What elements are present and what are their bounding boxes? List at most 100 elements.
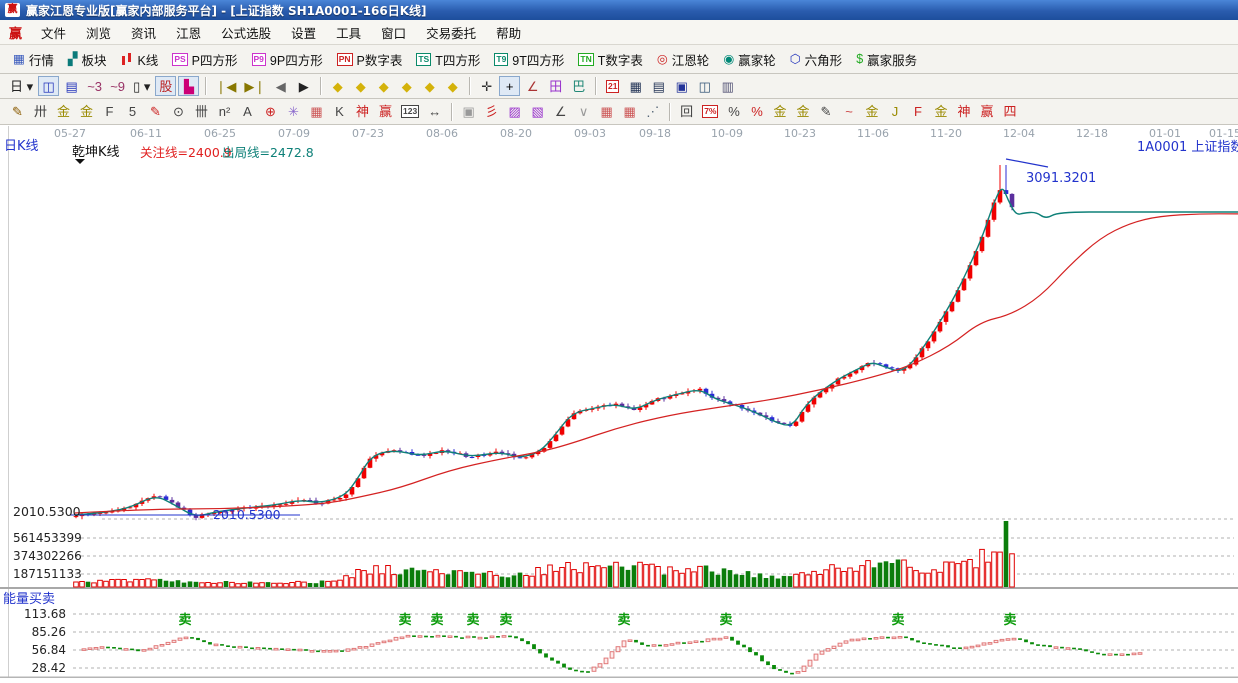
wave-3-button[interactable]: ~3	[84, 76, 105, 96]
sector-blocks-button[interactable]: ▞ 板块	[61, 48, 114, 71]
span-measure-button[interactable]: ↔	[424, 102, 445, 122]
menu-item-2[interactable]: 资讯	[121, 20, 166, 45]
next-page-button[interactable]: ▶	[293, 76, 314, 96]
color-volume-button[interactable]: ▙	[178, 76, 200, 96]
gold-lines-2-button[interactable]: 金	[861, 102, 882, 122]
brush-lines-button[interactable]: ✎	[815, 102, 836, 122]
shen-grid-button[interactable]: 神	[352, 102, 373, 122]
star-rays-button[interactable]: ✳	[283, 102, 304, 122]
main-chart-svg[interactable]: 05-27 06-11 06-25 07-09 07-23 08-06 08-20 09-03…	[0, 125, 1238, 683]
percent-button[interactable]: %	[723, 102, 744, 122]
diamond-center-button[interactable]: ◆	[442, 76, 463, 96]
gold-circle-button[interactable]: 金	[769, 102, 790, 122]
k-notch-button[interactable]: K	[329, 102, 350, 122]
percent-lines-button[interactable]: %	[746, 102, 767, 122]
gold-angle-button[interactable]: 金	[930, 102, 951, 122]
angle-tool-button[interactable]: ∠	[522, 76, 543, 96]
f-angle-button[interactable]: F	[907, 102, 928, 122]
shen-angle-button[interactable]: 神	[953, 102, 974, 122]
pattern-tool-button[interactable]: 巴	[568, 76, 589, 96]
v-wave-button[interactable]: ∨	[573, 102, 594, 122]
gann-box-button[interactable]: 回	[676, 102, 697, 122]
tn-badge-icon: TN	[578, 52, 594, 66]
wave-9-button[interactable]: ~9	[107, 76, 128, 96]
notes-button[interactable]: ▤	[648, 76, 669, 96]
target-cross-button[interactable]: ⊕	[260, 102, 281, 122]
ying-angle-button[interactable]: 赢	[976, 102, 997, 122]
menu-item-9[interactable]: 帮助	[486, 20, 531, 45]
svg-text:卖: 卖	[891, 612, 904, 628]
brush-tool-button[interactable]: ✎	[7, 102, 28, 122]
fan-box-2-button[interactable]: ▧	[527, 102, 548, 122]
j-angle-button[interactable]: J	[884, 102, 905, 122]
diamond-compress-button[interactable]: ◆	[373, 76, 394, 96]
gann-wheel-button[interactable]: ◎ 江恩轮	[650, 48, 716, 71]
save-disk-button[interactable]: ▣	[671, 76, 692, 96]
n-squared-button[interactable]: n²	[214, 102, 235, 122]
diamond-shift-right-button[interactable]: ◆	[350, 76, 371, 96]
hash-ruler-button[interactable]: 卌	[191, 102, 212, 122]
diamond-fit-button[interactable]: ◆	[419, 76, 440, 96]
p-square-button[interactable]: PS P四方形	[165, 48, 244, 71]
hexagon-button[interactable]: ⬡ 六角形	[783, 48, 849, 71]
nine-t-square-button[interactable]: T9 9T四方形	[487, 48, 571, 71]
candle-style-dropdown[interactable]: ▯ ▾	[130, 76, 153, 96]
spiral-5-button[interactable]: 5	[122, 102, 143, 122]
grid-dots-button[interactable]: ▦	[596, 102, 617, 122]
calendar-button[interactable]: 21	[602, 76, 623, 96]
percent-angle-button[interactable]: 7%	[699, 102, 721, 122]
period-dropdown[interactable]: 日 ▾	[7, 76, 36, 96]
gold-lines-button[interactable]: 金	[792, 102, 813, 122]
menu-item-8[interactable]: 交易委托	[416, 20, 486, 45]
f-grid-button[interactable]: F	[99, 102, 120, 122]
si-angle-button[interactable]: 四	[999, 102, 1020, 122]
network-button[interactable]: ◫	[694, 76, 715, 96]
menu-item-1[interactable]: 浏览	[76, 20, 121, 45]
winner-service-button[interactable]: $ 赢家服务	[849, 48, 924, 71]
grid-dots-2-button[interactable]: ▦	[619, 102, 640, 122]
gann-stamp-button[interactable]: 田	[545, 76, 566, 96]
kline-chart-button[interactable]: K线	[113, 48, 165, 71]
p-number-table-button[interactable]: PN P数字表	[330, 48, 410, 71]
circle-53-button[interactable]: ⊙	[168, 102, 189, 122]
menu-item-5[interactable]: 设置	[281, 20, 326, 45]
menu-item-0[interactable]: 文件	[31, 20, 76, 45]
slant-lines-button[interactable]: ⋰	[642, 102, 663, 122]
t-square-button[interactable]: TS T四方形	[409, 48, 487, 71]
stock-tool-button[interactable]: 股	[155, 76, 177, 96]
winner-wheel-button[interactable]: ◉ 赢家轮	[716, 48, 782, 71]
menu-item-4[interactable]: 公式选股	[211, 20, 281, 45]
ying-grid-button[interactable]: 赢	[375, 102, 396, 122]
ruler-123-button[interactable]: 123	[398, 102, 422, 122]
t-number-table-button[interactable]: TN T数字表	[571, 48, 649, 71]
crosshair-tool-button[interactable]: +	[499, 76, 521, 96]
menu-item-7[interactable]: 窗口	[371, 20, 416, 45]
nine-p-square-button[interactable]: P9 9P四方形	[245, 48, 330, 71]
grid-box-button[interactable]: ▦	[306, 102, 327, 122]
hand-tool-button[interactable]: ✛	[476, 76, 497, 96]
calculator-button[interactable]: ▦	[625, 76, 646, 96]
a-divider-button[interactable]: A	[237, 102, 258, 122]
last-page-button[interactable]: ▶❘	[241, 76, 268, 96]
gold-section-button[interactable]: 金	[53, 102, 74, 122]
printer-button[interactable]: ▥	[717, 76, 738, 96]
menu-item-3[interactable]: 江恩	[166, 20, 211, 45]
wave-band-button[interactable]: ~	[838, 102, 859, 122]
market-quotes-button[interactable]: ▦ 行情	[6, 48, 61, 71]
red-brush-button[interactable]: ✎	[145, 102, 166, 122]
title-bar[interactable]: 赢 赢家江恩专业版[赢家内部服务平台] - [上证指数 SH1A0001-166…	[0, 0, 1238, 20]
prev-page-button[interactable]: ◀	[270, 76, 291, 96]
tick-ruler-button[interactable]: 卅	[30, 102, 51, 122]
fan-box-button[interactable]: ▨	[504, 102, 525, 122]
box-select-button[interactable]: ▣	[458, 102, 479, 122]
angle-lines-button[interactable]: ∠	[550, 102, 571, 122]
chart-area[interactable]: 05-27 06-11 06-25 07-09 07-23 08-06 08-20 09-03…	[0, 125, 1238, 683]
zoom-window-button[interactable]: ◫	[38, 76, 60, 96]
menu-item-6[interactable]: 工具	[326, 20, 371, 45]
gold-section-2-button[interactable]: 金	[76, 102, 97, 122]
detail-list-button[interactable]: ▤	[61, 76, 82, 96]
diamond-shift-left-button[interactable]: ◆	[327, 76, 348, 96]
first-page-button[interactable]: ❘◀	[212, 76, 239, 96]
diamond-expand-button[interactable]: ◆	[396, 76, 417, 96]
red-fan-button[interactable]: 彡	[481, 102, 502, 122]
